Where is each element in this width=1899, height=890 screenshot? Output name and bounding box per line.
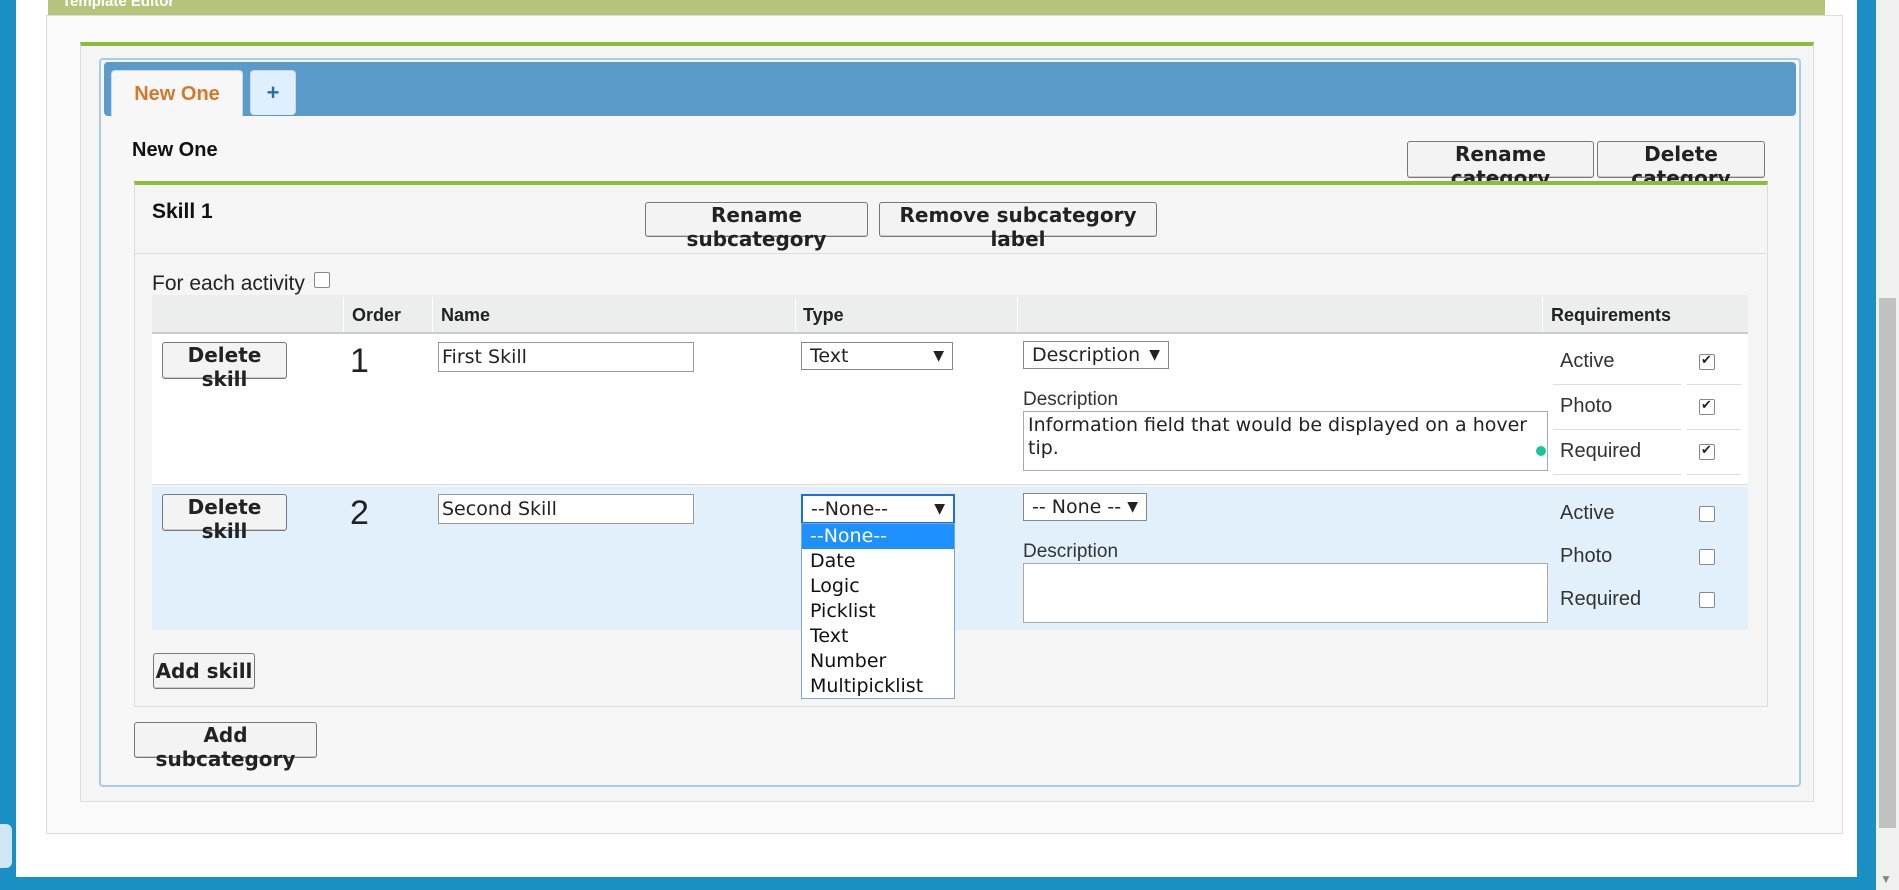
delete-skill-button[interactable]: Delete skill [162,494,287,543]
description-mode-value: -- None -- [1032,496,1122,518]
requirement-required-checkbox[interactable] [1699,592,1715,608]
for-each-activity-label: For each activity [152,272,305,295]
subcategory-title: Skill 1 [152,200,213,223]
dropdown-option[interactable]: Picklist [802,599,954,624]
dropdown-option[interactable]: Text [802,624,954,649]
header-name: Name [441,305,491,325]
skill-order: 1 [350,342,369,380]
requirement-required-label: Required [1560,588,1642,610]
grammar-dot-icon [1536,446,1546,456]
chevron-down-icon: ▼ [934,501,945,517]
description-label: Description [1023,389,1119,410]
dropdown-option[interactable]: Date [802,549,954,574]
description-mode-select[interactable]: Description ▼ [1023,341,1169,369]
description-mode-value: Description [1032,344,1141,366]
requirement-active-checkbox[interactable] [1699,506,1715,522]
add-tab-button[interactable]: + [250,70,296,115]
skill-type-value: --None-- [811,498,888,520]
requirement-active-label: Active [1560,350,1615,372]
dropdown-option[interactable]: Multipicklist [802,674,954,699]
chevron-down-icon: ▼ [933,348,944,364]
rename-category-button[interactable]: Rename category [1407,141,1594,190]
description-textarea[interactable] [1023,563,1548,623]
category-title: New One [132,139,218,161]
skill-type-select[interactable]: --None-- ▼ [801,494,955,524]
dropdown-option[interactable]: Number [802,649,954,674]
delete-category-button[interactable]: Delete category [1597,141,1765,190]
skill-type-select[interactable]: Text ▼ [801,342,953,370]
skill-name-input[interactable]: Second Skill [438,494,694,524]
requirement-photo-label: Photo [1560,545,1613,567]
requirement-photo-checkbox[interactable] [1699,397,1715,415]
header-type: Type [803,305,844,325]
requirement-photo-label: Photo [1560,395,1613,417]
template-editor-header[interactable]: Template Editor [48,0,1825,15]
tabs-header [104,62,1796,116]
requirement-required-checkbox[interactable] [1699,442,1715,460]
requirement-active-label: Active [1560,502,1615,524]
type-dropdown-list[interactable]: --None-- Date Logic Picklist Text Number… [801,523,955,699]
header-requirements: Requirements [1551,305,1672,325]
skill-order: 2 [350,494,369,532]
add-subcategory-button[interactable]: Add subcategory [134,722,317,771]
side-panel-handle[interactable] [0,824,12,868]
description-textarea[interactable]: Information field that would be displaye… [1023,411,1548,471]
add-skill-button[interactable]: Add skill [153,653,255,689]
description-mode-select[interactable]: -- None -- ▼ [1023,493,1147,521]
requirement-required-label: Required [1560,440,1642,462]
description-label: Description [1023,541,1119,562]
remove-subcategory-label-button[interactable]: Remove subcategory label [879,202,1157,251]
requirement-photo-checkbox[interactable] [1699,549,1715,565]
delete-skill-button[interactable]: Delete skill [162,342,287,391]
dropdown-option[interactable]: Logic [802,574,954,599]
requirement-active-checkbox[interactable] [1699,352,1715,370]
skill-name-input[interactable]: First Skill [438,342,694,372]
skill-type-value: Text [810,345,849,367]
panel-title: Template Editor [62,0,175,10]
for-each-activity-checkbox[interactable] [314,272,330,288]
chevron-down-icon: ▼ [1127,499,1138,515]
scroll-down-arrow-icon[interactable]: ▼ [1880,872,1892,886]
dropdown-option[interactable]: --None-- [802,524,954,549]
scrollbar-thumb[interactable] [1879,298,1896,828]
tab-new-one[interactable]: New One [111,70,243,117]
header-order: Order [352,305,402,325]
rename-subcategory-button[interactable]: Rename subcategory [645,202,868,251]
chevron-down-icon: ▼ [1149,347,1160,363]
